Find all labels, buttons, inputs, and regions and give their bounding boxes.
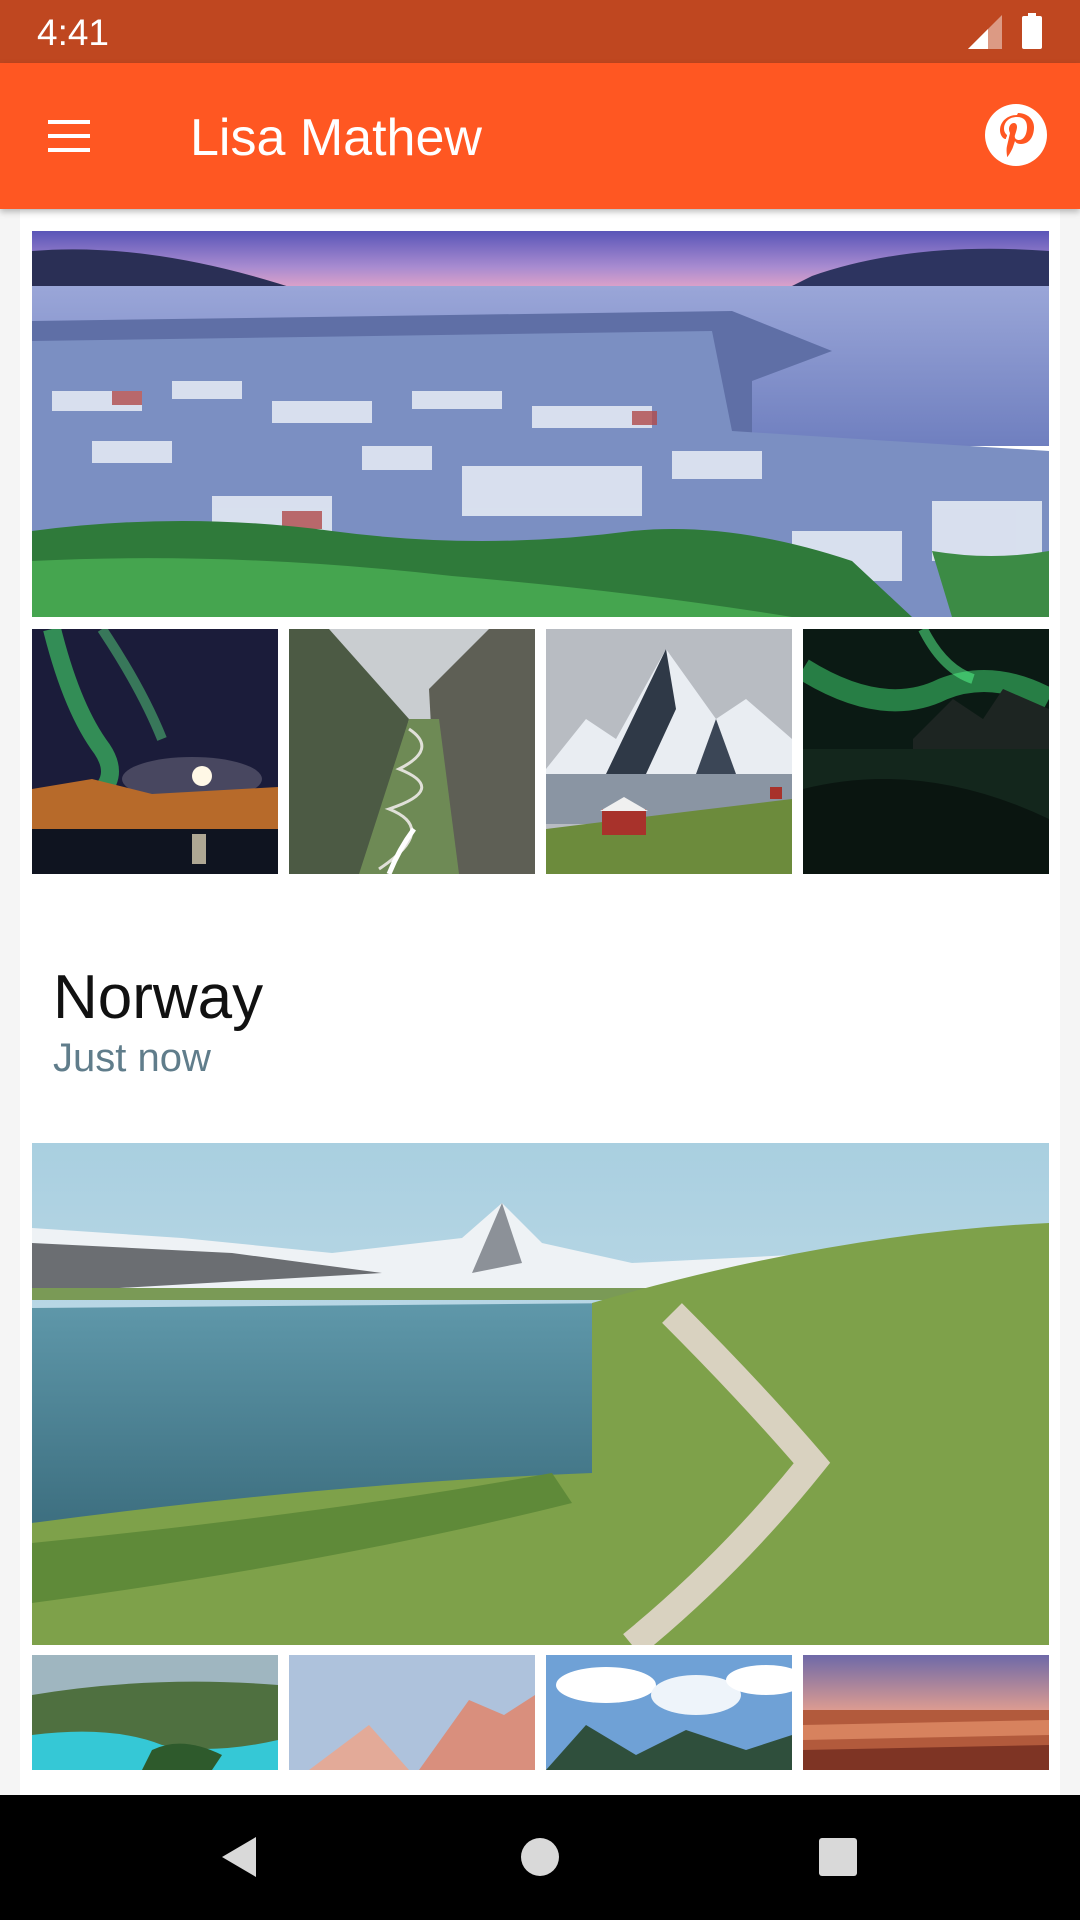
cell-signal-icon [968,15,1002,49]
mountain-road-image [289,629,535,874]
mountain-lake-image [32,1143,1049,1645]
thumbnail-pink-peaks[interactable] [289,1655,535,1770]
app-bar: Lisa Mathew [0,63,1080,209]
album-photo-lake-trail[interactable] [32,1143,1049,1645]
aurora-coast-image [803,629,1049,874]
thumbnail-canyon-sunset[interactable] [803,1655,1049,1770]
app-title: Lisa Mathew [190,109,482,167]
status-bar: 4:41 [0,0,1080,63]
system-nav-bar [0,1795,1080,1920]
album-feed[interactable]: Norway Just now [20,210,1060,1795]
status-time: 4:41 [37,12,110,53]
snowy-peak-image [546,629,792,874]
city-harbor-image [32,231,1049,617]
album-title[interactable]: Norway [53,962,263,1033]
cloudy-mountains-image [546,1655,792,1770]
back-icon[interactable] [216,1833,264,1881]
album-timestamp: Just now [53,1036,211,1080]
thumbnail-northern-lights-moon[interactable] [32,629,278,874]
battery-icon [1022,13,1042,49]
thumbnail-snowy-mountain[interactable] [546,629,792,874]
album-cover-photo[interactable] [32,231,1049,617]
menu-icon[interactable] [40,116,98,156]
recents-icon[interactable] [814,1833,862,1881]
thumbnail-turquoise-lake[interactable] [32,1655,278,1770]
turquoise-lake-image [32,1655,278,1770]
thumbnail-trollstigen[interactable] [289,629,535,874]
pink-peaks-image [289,1655,535,1770]
thumbnail-cloudy-mountains[interactable] [546,1655,792,1770]
home-icon[interactable] [516,1833,564,1881]
thumbnail-aurora-coast[interactable] [803,629,1049,874]
aurora-moon-image [32,629,278,874]
pinterest-icon[interactable] [984,103,1048,167]
canyon-sunset-image [803,1655,1049,1770]
